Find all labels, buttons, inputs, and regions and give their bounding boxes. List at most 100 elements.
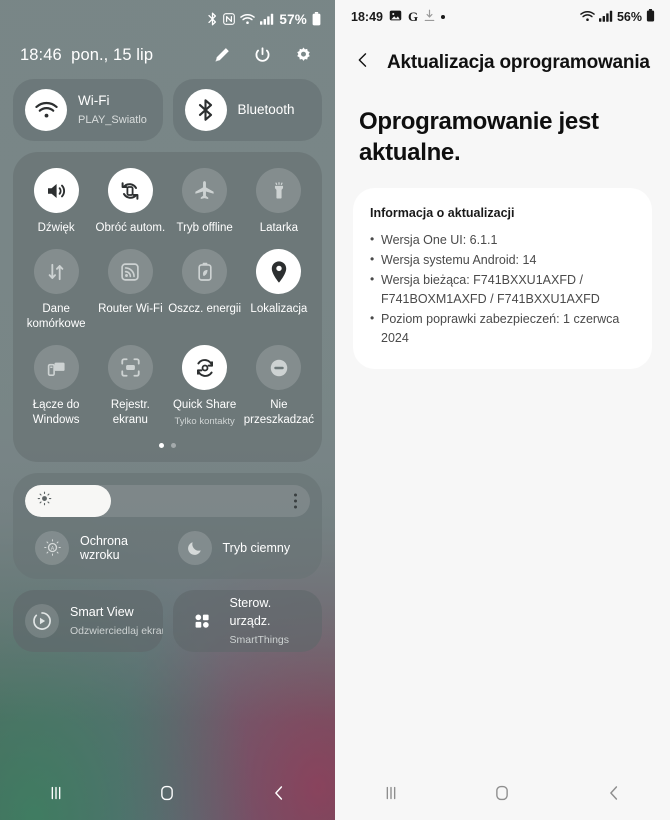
- home-icon[interactable]: [491, 782, 513, 809]
- list-item: Wersja bieżąca: F741BXXU1AXFD / F741BOXM…: [370, 270, 635, 309]
- airplane-icon: [182, 168, 228, 213]
- wifi-icon: [580, 10, 595, 25]
- toggle-airplane-mode[interactable]: Tryb offline: [168, 168, 242, 249]
- wifi-icon: [240, 13, 256, 25]
- toggle-label: Lokalizacja: [250, 303, 308, 316]
- navigation-bar: [0, 770, 335, 820]
- toggle-flashlight[interactable]: Latarka: [242, 168, 316, 249]
- quick-share-icon: [182, 345, 228, 391]
- status-bar: 57%: [0, 0, 335, 38]
- signal-icon: [598, 10, 613, 25]
- list-item: Wersja One UI: 6.1.1: [370, 230, 635, 250]
- image-icon: [389, 9, 402, 25]
- recents-icon[interactable]: [45, 782, 67, 809]
- toggle-power-saving[interactable]: Oszcz. energii: [168, 249, 242, 345]
- smart-view-pill[interactable]: Smart View Odzwierciedlaj ekran: [13, 589, 163, 652]
- toggle-label: Rejestr. ekranu: [110, 399, 150, 426]
- clock-date: pon., 15 lip: [71, 46, 154, 64]
- back-icon[interactable]: [603, 782, 625, 809]
- toggle-sound[interactable]: Dźwięk: [19, 168, 93, 249]
- more-options-icon[interactable]: [294, 493, 297, 509]
- toggle-link-to-windows[interactable]: Łącze do Windows: [19, 345, 93, 441]
- back-icon[interactable]: [268, 782, 290, 809]
- clock-time: 18:46: [20, 46, 62, 64]
- media-pills: Smart View Odzwierciedlaj ekran Sterow. …: [0, 579, 335, 652]
- battery-icon: [646, 9, 655, 25]
- toggle-label: Latarka: [259, 222, 299, 234]
- dot-icon: [441, 15, 446, 19]
- smart-view-subtitle: Odzwierciedlaj ekran: [70, 624, 163, 637]
- power-icon[interactable]: [253, 46, 272, 65]
- wifi-pill[interactable]: Wi-Fi PLAY_Swiatlo: [13, 79, 163, 141]
- link-to-windows-icon: [33, 345, 79, 391]
- svg-text:A: A: [50, 546, 54, 552]
- status-bar: 18:49 G 56%: [335, 0, 670, 34]
- toggle-location[interactable]: Lokalizacja: [242, 249, 316, 345]
- device-control-pill[interactable]: Sterow. urządz. SmartThings: [172, 589, 322, 652]
- brightness-icon: [37, 491, 52, 511]
- toggle-sublabel: Tylko kontakty: [174, 415, 235, 427]
- page-dot-2[interactable]: [171, 442, 176, 448]
- recents-icon[interactable]: [380, 782, 402, 809]
- toggle-mobile-data[interactable]: Dane komórkowe: [19, 249, 93, 345]
- quick-settings-panel: 57% 18:46 pon., 15 lip Wi-Fi PLAY_Swiatl…: [0, 0, 335, 820]
- clock-time: 18:49: [351, 10, 383, 24]
- toggle-quick-share[interactable]: Quick Share Tylko kontakty: [168, 345, 242, 441]
- toggle-do-not-disturb[interactable]: Nie przeszkadzać: [242, 345, 316, 441]
- home-icon[interactable]: [156, 782, 178, 809]
- wifi-pill-subtitle: PLAY_Swiatlo: [78, 114, 147, 126]
- do-not-disturb-icon: [256, 345, 302, 391]
- location-pin-icon: [256, 249, 302, 295]
- back-chevron-icon[interactable]: [353, 50, 373, 75]
- google-icon: G: [407, 9, 419, 24]
- edit-icon[interactable]: [212, 46, 231, 65]
- signal-icon: [260, 13, 274, 25]
- quick-settings-header: 18:46 pon., 15 lip: [0, 38, 335, 79]
- hotspot-icon: [107, 249, 153, 295]
- toggle-label: Łącze do Windows: [32, 399, 80, 426]
- dark-mode-icon: [177, 530, 212, 565]
- page-header: Aktualizacja oprogramowania: [335, 34, 670, 85]
- software-update-screen: 18:49 G 56% Aktualizacja oprogramowania …: [335, 0, 670, 820]
- toggle-auto-rotate[interactable]: Obróć autom.: [93, 168, 167, 249]
- device-control-title: Sterow. urządz.: [229, 595, 272, 628]
- battery-icon: [312, 12, 321, 26]
- toggles-grid: Dźwięk Obróć autom. Tryb offline Latarka…: [13, 152, 322, 462]
- navigation-bar: [335, 770, 670, 820]
- toggle-label: Router Wi-Fi: [98, 303, 163, 316]
- screen-recorder-icon: [107, 345, 153, 391]
- update-info-title: Informacja o aktualizacji: [370, 206, 515, 221]
- toggles-row-1: Dźwięk Obróć autom. Tryb offline Latarka: [19, 168, 316, 249]
- smart-view-title: Smart View: [70, 604, 134, 619]
- toggle-wifi-hotspot[interactable]: Router Wi-Fi: [93, 249, 167, 345]
- connection-pills: Wi-Fi PLAY_Swiatlo Bluetooth: [0, 79, 335, 141]
- update-status-heading: Oprogramowanie jest aktualne.: [359, 108, 599, 166]
- bluetooth-pill[interactable]: Bluetooth: [172, 79, 322, 141]
- eye-comfort-icon: A: [35, 530, 69, 565]
- page-indicator: [19, 441, 316, 454]
- clock-and-date[interactable]: 18:46 pon., 15 lip: [20, 46, 153, 65]
- bluetooth-pill-title: Bluetooth: [237, 102, 295, 117]
- nfc-icon: [223, 13, 236, 25]
- download-icon: [424, 9, 435, 25]
- bluetooth-icon: [184, 89, 227, 131]
- auto-rotate-icon: [107, 168, 153, 213]
- toggle-label: Dane komórkowe: [26, 303, 86, 330]
- toggle-label: Tryb offline: [176, 222, 233, 234]
- bluetooth-icon: [207, 12, 218, 26]
- dark-mode-button[interactable]: Tryb ciemny: [168, 530, 311, 565]
- update-info-list: Wersja One UI: 6.1.1 Wersja systemu Andr…: [370, 230, 635, 348]
- power-saving-icon: [182, 249, 228, 295]
- update-info-card: Informacja o aktualizacji Wersja One UI:…: [353, 188, 652, 370]
- sound-icon: [33, 168, 79, 213]
- list-item: Poziom poprawki zabezpieczeń: 1 czerwca …: [370, 309, 635, 348]
- toggle-screen-recorder[interactable]: Rejestr. ekranu: [93, 345, 167, 441]
- toggle-label: Obróć autom.: [95, 222, 166, 234]
- page-dot-1[interactable]: [159, 442, 164, 448]
- eye-comfort-shield-button[interactable]: A Ochrona wzroku: [25, 530, 168, 565]
- settings-icon[interactable]: [294, 46, 313, 65]
- device-control-subtitle: SmartThings: [229, 633, 290, 646]
- brightness-slider[interactable]: [25, 484, 310, 517]
- toggle-label: Quick Share: [172, 399, 237, 412]
- toggle-label: Oszcz. energii: [168, 303, 242, 316]
